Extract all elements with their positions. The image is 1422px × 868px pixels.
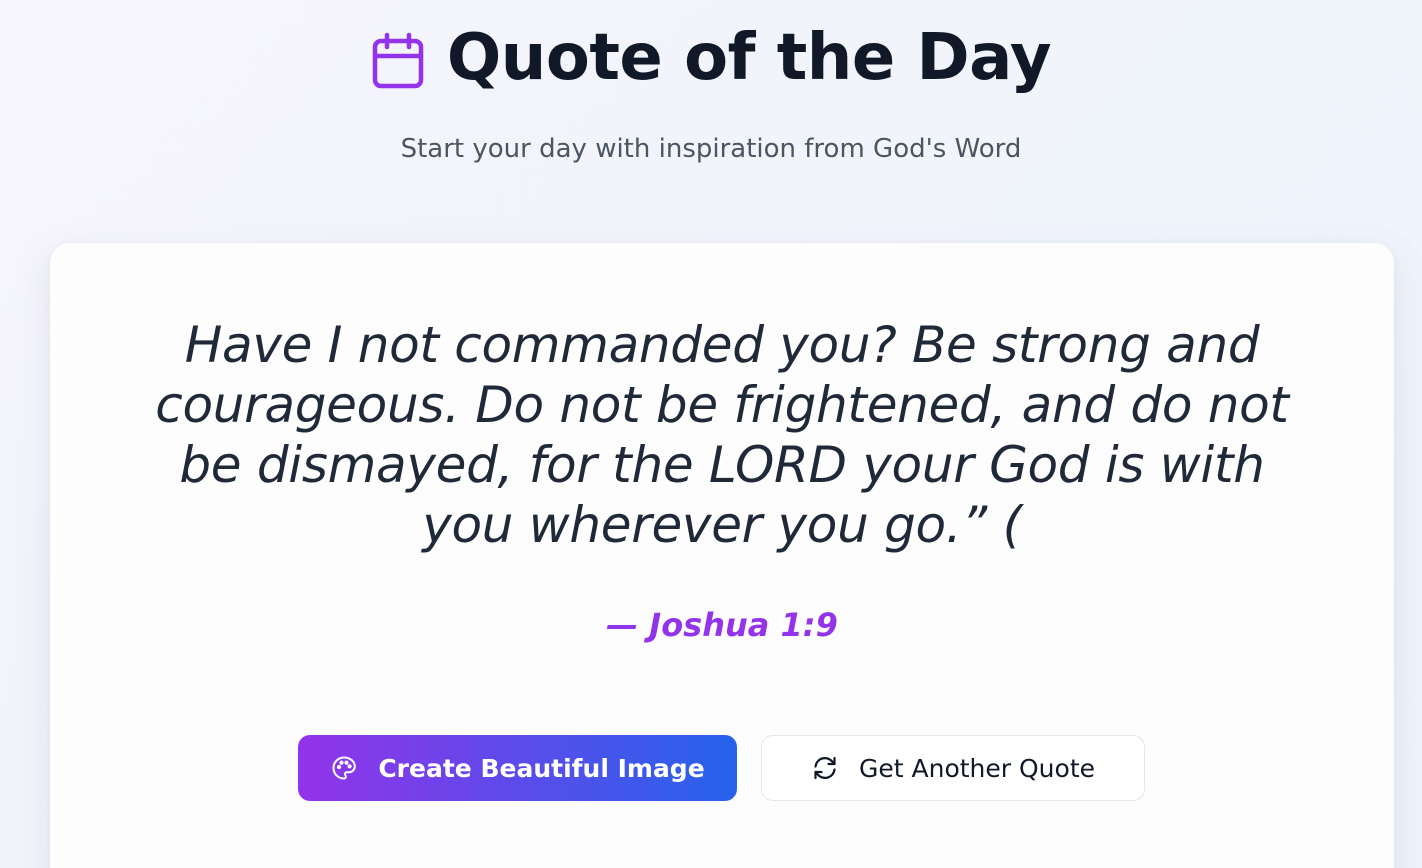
page-title: Quote of the Day	[446, 21, 1052, 95]
page-subtitle: Start your day with inspiration from God…	[400, 134, 1022, 164]
refresh-icon	[811, 754, 839, 782]
another-quote-label: Get Another Quote	[859, 753, 1095, 783]
palette-icon	[330, 754, 358, 782]
calendar-icon	[371, 32, 425, 90]
quote-text: Have I not commanded you? Be strong and …	[155, 316, 1289, 554]
title-row: Quote of the Day	[0, 18, 1422, 98]
create-image-button[interactable]: Create Beautiful Image	[298, 735, 737, 801]
quote-card: Have I not commanded you? Be strong and …	[50, 243, 1394, 868]
create-image-label: Create Beautiful Image	[378, 753, 705, 783]
another-quote-button[interactable]: Get Another Quote	[761, 735, 1145, 801]
quote-reference: — Joshua 1:9	[606, 606, 838, 644]
